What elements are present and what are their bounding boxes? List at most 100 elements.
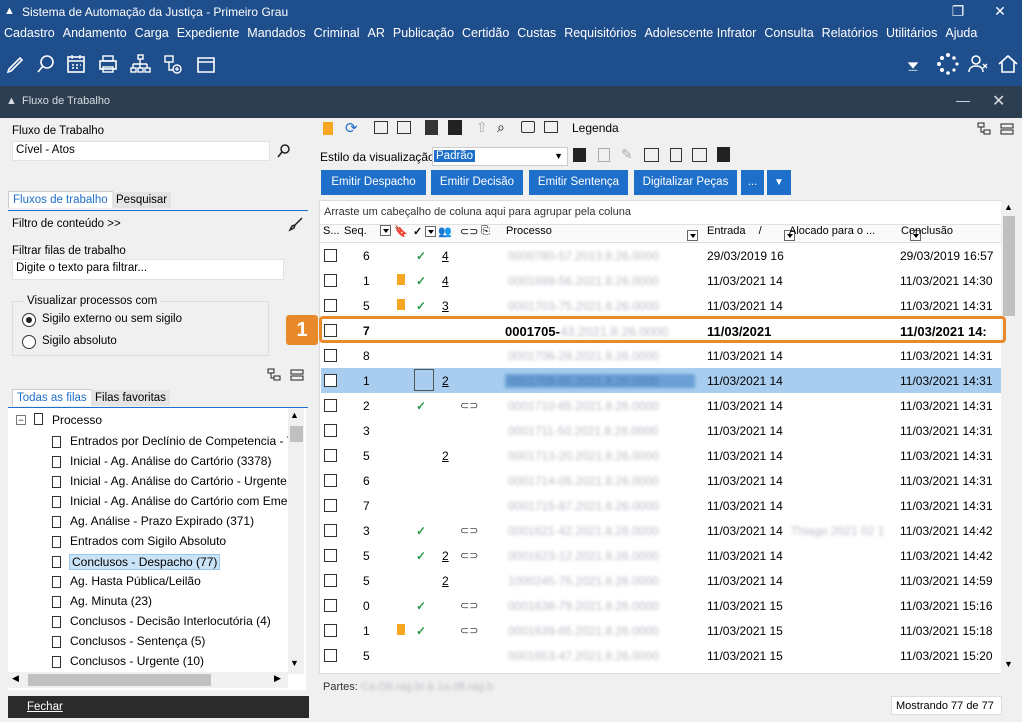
row-checkbox[interactable]: [324, 574, 337, 587]
processo-cell[interactable]: 0001713-20.2021.8.26.0000: [505, 449, 695, 463]
emitir-sentenca-button[interactable]: Emitir Sentença: [529, 170, 628, 195]
processo-cell[interactable]: 0001709-85.2021.8.26.0000: [505, 374, 695, 388]
search-icon[interactable]: [276, 143, 292, 159]
find-icon[interactable]: ⌕: [497, 119, 505, 136]
count-link[interactable]: 3: [442, 299, 449, 313]
scroll-down-icon[interactable]: ▼: [290, 658, 299, 668]
filter-dropdown-icon[interactable]: [425, 225, 437, 237]
table-row[interactable]: 6 0001714-05.2021.8.26.0000 11/03/2021 14 1…: [321, 468, 1002, 493]
processo-cell[interactable]: 0001621-42.2021.8.26.0000: [505, 524, 695, 538]
menu-item-15[interactable]: Ajuda: [941, 24, 981, 44]
radio-sigilo-absoluto[interactable]: [22, 335, 36, 349]
processo-cell[interactable]: 0001711-50.2021.8.26.0000: [505, 424, 695, 438]
menu-item-12[interactable]: Consulta: [760, 24, 817, 44]
tab-fluxos[interactable]: Fluxos de trabalho: [8, 191, 113, 208]
close-button[interactable]: ✕: [980, 0, 1020, 24]
save-icon[interactable]: [448, 120, 462, 135]
tree-vscrollbar[interactable]: [288, 408, 304, 674]
tree-item[interactable]: Inicial - Ag. Análise do Cartório (3378): [70, 454, 271, 468]
processo-cell[interactable]: 0001638-79.2021.8.26.0000: [505, 599, 695, 613]
table-row[interactable]: 3 ✓ ⊂⊃ 0001621-42.2021.8.26.0000 11/03/2021 …: [321, 518, 1002, 543]
menu-item-8[interactable]: Certidão: [458, 24, 513, 44]
processo-cell[interactable]: 0000780-57.2013.8.26.0000: [505, 249, 695, 263]
row-checkbox[interactable]: [324, 524, 337, 537]
processo-cell[interactable]: 1000245-75.2021.8.26.0000: [505, 574, 695, 588]
tree-item[interactable]: Entrados com Sigilo Absoluto: [70, 534, 226, 548]
processo-cell[interactable]: 0001706-28.2021.8.26.0000: [505, 349, 695, 363]
copy-icon[interactable]: [397, 121, 411, 134]
printer-icon[interactable]: [96, 52, 120, 76]
tree-item[interactable]: Conclusos - Despacho (77): [69, 554, 221, 570]
tree-item[interactable]: Ag. Hasta Pública/Leilão: [70, 574, 201, 588]
document-list-icon[interactable]: [670, 148, 682, 162]
tree-root[interactable]: Processo: [52, 413, 102, 427]
row-checkbox[interactable]: [324, 424, 337, 437]
processo-cell[interactable]: 0001623-12.2021.8.26.0000: [505, 549, 695, 563]
col-s-header[interactable]: S...: [323, 225, 340, 242]
count-link[interactable]: 2: [442, 574, 449, 588]
row-checkbox[interactable]: [324, 499, 337, 512]
emitir-despacho-button[interactable]: Emitir Despacho: [321, 170, 426, 195]
processo-cell[interactable]: 0001703-75.2021.8.26.0000: [505, 299, 695, 313]
home-icon[interactable]: [996, 52, 1020, 76]
lock-icon[interactable]: [425, 120, 438, 135]
tree-collapse-toggle[interactable]: −: [16, 415, 26, 425]
row-checkbox[interactable]: [324, 624, 337, 637]
scroll-left-icon[interactable]: ◀: [12, 673, 19, 684]
table-row[interactable]: 7 0001715-87.2021.8.26.0000 11/03/2021 14 1…: [321, 493, 1002, 518]
table-row[interactable]: 5 0001653-47.2021.8.26.0000 11/03/2021 15 1…: [321, 643, 1002, 668]
fluxo-field[interactable]: Cível - Atos: [12, 141, 270, 161]
focused-cell[interactable]: [414, 369, 434, 391]
tree-item[interactable]: Conclusos - Sentença (5): [70, 634, 205, 648]
row-checkbox[interactable]: [324, 249, 337, 262]
count-link[interactable]: 2: [442, 549, 449, 563]
menu-item-9[interactable]: Custas: [513, 24, 560, 44]
dropdown-button[interactable]: ▼: [767, 170, 791, 195]
menu-item-0[interactable]: Cadastro: [0, 24, 59, 44]
tab-filas-favoritas[interactable]: Filas favoritas: [91, 390, 170, 406]
table-row[interactable]: 5 2 1000245-75.2021.8.26.0000 11/03/2021 14…: [321, 568, 1002, 593]
col-bookmark-header[interactable]: 🔖: [394, 225, 408, 242]
col-users-header[interactable]: 👥: [438, 225, 452, 242]
scroll-down-icon[interactable]: ▼: [1004, 659, 1013, 669]
row-checkbox[interactable]: [324, 399, 337, 412]
row-checkbox[interactable]: [324, 599, 337, 612]
collapse-tree-icon[interactable]: [1000, 122, 1014, 136]
menu-item-10[interactable]: Requisitórios: [560, 24, 640, 44]
tree-item[interactable]: Conclusos - Decisão Interlocutória (4): [70, 614, 271, 628]
filtro-conteudo[interactable]: Filtro de conteúdo >>: [12, 218, 121, 230]
processo-cell[interactable]: 0001653-47.2021.8.26.0000: [505, 649, 695, 663]
menu-item-3[interactable]: Expediente: [173, 24, 244, 44]
menu-item-6[interactable]: AR: [364, 24, 389, 44]
table-row[interactable]: 5 ✓ 3 0001703-75.2021.8.26.0000 11/03/2021 1…: [321, 293, 1002, 318]
tree-vscroll-thumb[interactable]: [290, 426, 303, 442]
col-check-header[interactable]: ✓: [413, 225, 437, 242]
filter-dropdown-icon[interactable]: [379, 224, 391, 236]
table-row[interactable]: 8 0001706-28.2021.8.26.0000 11/03/2021 14 1…: [321, 343, 1002, 368]
save-style-icon[interactable]: [573, 148, 586, 162]
row-checkbox[interactable]: [324, 649, 337, 662]
table-row[interactable]: 2 ✓ ⊂⊃ 0001710-65.2021.8.26.0000 11/03/2021 …: [321, 393, 1002, 418]
legenda-label[interactable]: Legenda: [572, 121, 619, 135]
refresh-icon[interactable]: ⟳: [345, 119, 358, 137]
count-link[interactable]: 4: [442, 249, 449, 263]
menu-item-1[interactable]: Andamento: [59, 24, 131, 44]
menu-item-14[interactable]: Utilitários: [882, 24, 941, 44]
export-excel-icon[interactable]: [644, 148, 659, 162]
row-checkbox[interactable]: [324, 299, 337, 312]
dropdown-arrow-icon[interactable]: [904, 56, 922, 74]
tree-item[interactable]: Entrados por Declínio de Competencia - T: [70, 434, 294, 448]
count-link[interactable]: 2: [442, 374, 449, 388]
menu-item-11[interactable]: Adolescente Infrator: [640, 24, 760, 44]
row-checkbox[interactable]: [324, 449, 337, 462]
folder-icon[interactable]: [194, 52, 218, 76]
col-seq-header[interactable]: Seq.: [344, 224, 391, 242]
edit-icon[interactable]: [4, 52, 28, 76]
clear-filter-icon[interactable]: [544, 121, 558, 133]
col-alocado-header[interactable]: Alocado para o ...: [789, 225, 875, 242]
menu-item-4[interactable]: Mandados: [243, 24, 309, 44]
minimize-panel-button[interactable]: —: [956, 92, 976, 110]
tree-collapse-icon[interactable]: [290, 368, 304, 382]
col-processo-header[interactable]: Processo: [506, 225, 552, 242]
table-row[interactable]: 5 ✓ 2 ⊂⊃ 0001623-12.2021.8.26.0000 11/03/2021…: [321, 543, 1002, 568]
